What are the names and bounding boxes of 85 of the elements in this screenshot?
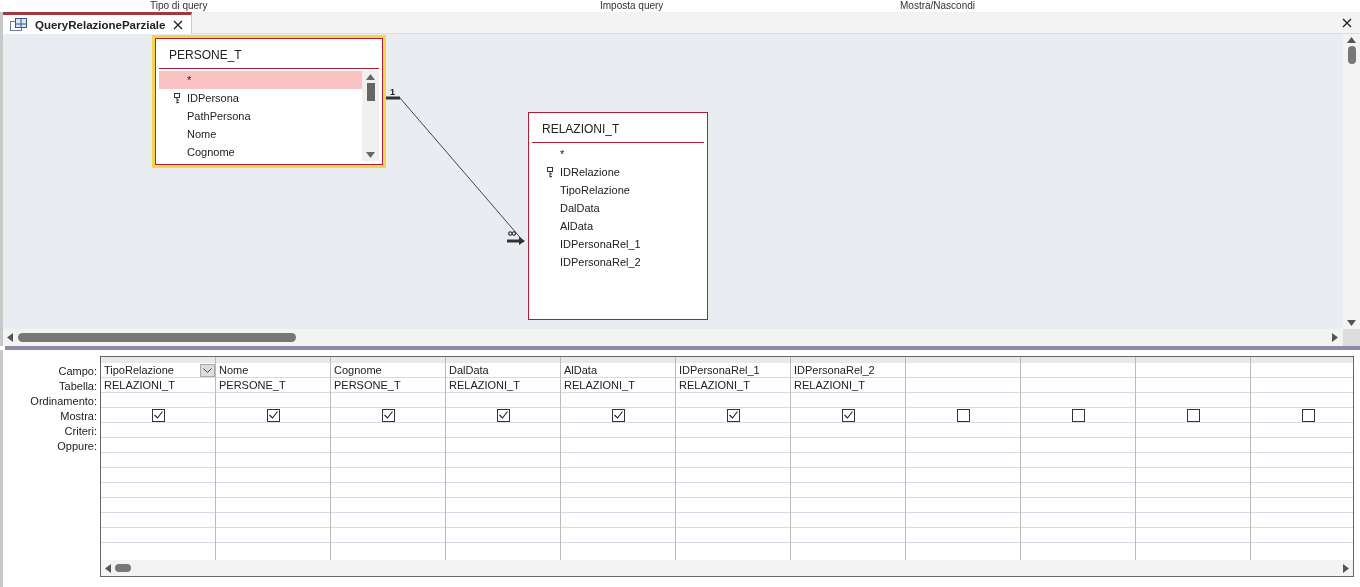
scroll-down-icon[interactable] [366, 152, 375, 158]
table-name: RELAZIONI_T [564, 379, 635, 391]
scroll-thumb[interactable] [115, 564, 131, 572]
table-name: RELAZIONI_T [794, 379, 865, 391]
field-cell[interactable]: IDPersonaRel_2 [791, 363, 905, 378]
scrollbar[interactable] [101, 560, 1353, 576]
table-name: RELAZIONI_T [679, 379, 750, 391]
checkbox[interactable] [841, 408, 855, 422]
field-cell[interactable]: Cognome [331, 363, 445, 378]
checkbox[interactable] [726, 408, 740, 422]
row-label: Oppure: [57, 439, 97, 454]
field-item[interactable]: IDPersona [159, 89, 362, 107]
scrollbar[interactable] [362, 71, 379, 161]
dropdown-button[interactable] [200, 363, 215, 377]
checkbox[interactable] [1301, 408, 1315, 422]
chevron-down-icon [203, 367, 212, 373]
field-cell[interactable]: DalData [446, 363, 560, 378]
table-name: PERSONE_T [159, 39, 379, 69]
field-name: IDPersonaRel_1 [679, 364, 760, 376]
key-icon [547, 166, 553, 178]
row-label: Tabella: [59, 379, 97, 394]
many-label: ∞ [508, 228, 517, 238]
table-name: RELAZIONI_T [104, 379, 175, 391]
checkbox[interactable] [151, 408, 165, 422]
row-label: Mostra: [60, 409, 97, 424]
key-icon [174, 92, 180, 104]
scroll-thumb[interactable] [366, 83, 375, 101]
field-cell[interactable]: TipoRelazione [101, 363, 215, 378]
scroll-up-icon[interactable] [1347, 37, 1356, 43]
scroll-left-icon[interactable] [7, 333, 13, 342]
field-cell[interactable]: IDPersonaRel_1 [676, 363, 790, 378]
field-name: DalData [449, 364, 489, 376]
field-item[interactable]: PathPersona [159, 107, 362, 125]
field-name: TipoRelazione [104, 364, 174, 376]
checkbox[interactable] [496, 408, 510, 422]
field-name: Nome [219, 364, 249, 376]
field-item[interactable]: IDPersonaRel_1 [532, 235, 704, 253]
field-item[interactable]: AlData [532, 217, 704, 235]
field-item[interactable]: * [159, 71, 362, 89]
field-item[interactable]: * [532, 145, 704, 163]
row-label: Ordinamento: [30, 394, 97, 409]
table-name: RELAZIONI_T [449, 379, 520, 391]
table-name: PERSONE_T [219, 379, 286, 391]
ribbon-group-label: Imposta query [600, 0, 664, 12]
field-name: IDPersonaRel_2 [794, 364, 875, 376]
checkbox[interactable] [381, 408, 395, 422]
field-item[interactable]: Cognome [159, 143, 362, 161]
scroll-down-icon[interactable] [1347, 320, 1356, 326]
field-item[interactable]: TipoRelazione [532, 181, 704, 199]
checkbox[interactable] [1186, 408, 1200, 422]
checkbox[interactable] [956, 408, 970, 422]
field-cell[interactable]: Nome [216, 363, 330, 378]
row-label: Criteri: [64, 424, 97, 439]
query-icon [10, 17, 27, 32]
scrollbar[interactable] [1343, 34, 1360, 329]
table-window[interactable]: PERSONE_T * IDPersona PathPersona Nome Cognome [155, 38, 383, 165]
scrollbar-corner [1343, 329, 1360, 346]
scroll-up-icon[interactable] [366, 74, 375, 80]
scroll-right-icon[interactable] [1332, 333, 1338, 342]
field-item[interactable]: IDRelazione [532, 163, 704, 181]
checkbox[interactable] [611, 408, 625, 422]
checkbox[interactable] [266, 408, 280, 422]
field-item[interactable]: DalData [532, 199, 704, 217]
close-icon[interactable] [1342, 18, 1352, 28]
field-name: Cognome [334, 364, 382, 376]
field-item[interactable]: Nome [159, 125, 362, 143]
document-tab[interactable]: QueryRelazioneParziale [3, 12, 193, 34]
scroll-right-icon[interactable] [1343, 563, 1349, 573]
table-name: RELAZIONI_T [532, 113, 704, 143]
field-cell[interactable]: AlData [561, 363, 675, 378]
table-name: PERSONE_T [334, 379, 401, 391]
close-icon[interactable] [173, 19, 184, 30]
arrow-icon [507, 237, 525, 245]
row-label: Campo: [58, 364, 97, 379]
field-name: AlData [564, 364, 598, 376]
ribbon-group-label: Tipo di query [150, 0, 208, 12]
field-item[interactable]: IDPersonaRel_2 [532, 253, 704, 271]
scroll-thumb[interactable] [18, 333, 296, 342]
scroll-thumb[interactable] [1347, 46, 1356, 64]
table-window[interactable]: RELAZIONI_T * IDRelazione TipoRelazione DalData AlData IDPersonaRel_1 IDPersonaRel_2 [528, 112, 708, 320]
one-label: 1 [390, 88, 395, 97]
checkbox[interactable] [1071, 408, 1085, 422]
scrollbar[interactable] [0, 329, 1360, 346]
ribbon-group-label: Mostra/Nascondi [900, 0, 976, 12]
scroll-left-icon[interactable] [105, 563, 111, 573]
